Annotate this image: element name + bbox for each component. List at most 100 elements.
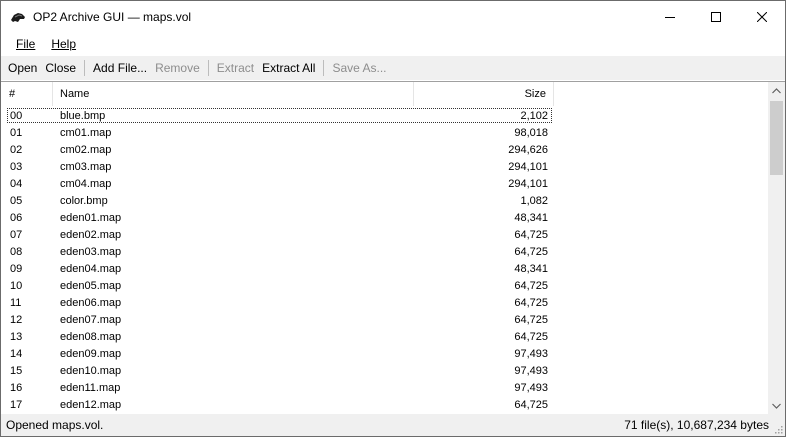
toolbar-separator — [323, 60, 325, 76]
scroll-thumb[interactable] — [770, 101, 783, 175]
row-size: 48,341 — [514, 211, 548, 224]
row-size: 97,493 — [514, 381, 548, 394]
table-row[interactable]: 01 cm01.map 98,018 — [1, 124, 767, 141]
table-row[interactable]: 16 eden11.map 97,493 — [1, 379, 767, 396]
menu-bar: File Help — [1, 32, 785, 56]
list-header: # Name Size — [1, 82, 767, 106]
table-row[interactable]: 08 eden03.map 64,725 — [1, 243, 767, 260]
row-size: 64,725 — [514, 228, 548, 241]
row-size: 64,725 — [514, 279, 548, 292]
row-size: 64,725 — [514, 313, 548, 326]
row-name: cm03.map — [60, 160, 112, 173]
row-name: eden03.map — [60, 245, 122, 258]
row-number: 04 — [10, 177, 23, 190]
list-rows: 00 blue.bmp 2,102 01 cm01.map 98,018 02 cm02.ma… — [1, 107, 767, 413]
row-size: 1,082 — [520, 194, 548, 207]
minimize-button[interactable] — [647, 1, 693, 32]
row-number: 05 — [10, 194, 23, 207]
table-row[interactable]: 04 cm04.map 294,101 — [1, 175, 767, 192]
menu-help-label: Help — [51, 37, 77, 51]
maximize-icon — [711, 11, 721, 22]
table-row[interactable]: 06 eden01.map 48,341 — [1, 209, 767, 226]
minimize-icon — [665, 16, 675, 18]
row-size: 294,101 — [508, 160, 548, 173]
column-header-number[interactable]: # — [1, 82, 53, 106]
row-size: 97,493 — [514, 364, 548, 377]
app-window: OP2 Archive GUI — maps.vol File Help Ope… — [0, 0, 786, 437]
row-name: eden10.map — [60, 364, 122, 377]
close-archive-button[interactable]: Close — [41, 58, 80, 78]
row-number: 12 — [10, 313, 23, 326]
chevron-down-icon — [772, 403, 781, 409]
row-number: 14 — [10, 347, 23, 360]
table-row[interactable]: 13 eden08.map 64,725 — [1, 328, 767, 345]
toolbar-separator — [84, 60, 86, 76]
row-number: 15 — [10, 364, 23, 377]
menu-help[interactable]: Help — [43, 34, 84, 54]
table-row[interactable]: 05 color.bmp 1,082 — [1, 192, 767, 209]
column-header-size[interactable]: Size — [414, 82, 554, 106]
menu-file-label: File — [16, 37, 36, 51]
row-number: 07 — [10, 228, 23, 241]
row-size: 97,493 — [514, 347, 548, 360]
vertical-scrollbar[interactable] — [768, 82, 785, 414]
row-size: 294,101 — [508, 177, 548, 190]
row-name: color.bmp — [60, 194, 108, 207]
row-name: eden04.map — [60, 262, 122, 275]
extract-all-button[interactable]: Extract All — [258, 58, 319, 78]
row-number: 11 — [10, 296, 22, 309]
table-row[interactable]: 17 eden12.map 64,725 — [1, 396, 767, 413]
row-name: eden12.map — [60, 398, 122, 411]
row-size: 98,018 — [514, 126, 548, 139]
row-name: cm01.map — [60, 126, 112, 139]
row-name: eden07.map — [60, 313, 122, 326]
status-message: Opened maps.vol. — [6, 418, 104, 432]
row-number: 01 — [10, 126, 23, 139]
scroll-down-button[interactable] — [768, 397, 785, 414]
row-size: 294,626 — [508, 143, 548, 156]
add-file-button[interactable]: Add File... — [89, 58, 151, 78]
maximize-button[interactable] — [693, 1, 739, 32]
row-size: 64,725 — [514, 296, 548, 309]
close-icon — [757, 11, 767, 22]
row-name: eden11.map — [60, 381, 121, 394]
row-name: eden06.map — [60, 296, 122, 309]
row-number: 02 — [10, 143, 23, 156]
row-number: 06 — [10, 211, 23, 224]
table-row[interactable]: 11 eden06.map 64,725 — [1, 294, 767, 311]
row-size: 64,725 — [514, 398, 548, 411]
save-as-button[interactable]: Save As... — [328, 58, 390, 78]
window-title: OP2 Archive GUI — maps.vol — [33, 9, 192, 24]
close-button[interactable] — [739, 1, 785, 32]
row-number: 17 — [10, 398, 23, 411]
table-row[interactable]: 09 eden04.map 48,341 — [1, 260, 767, 277]
open-button[interactable]: Open — [4, 58, 41, 78]
row-name: eden02.map — [60, 228, 122, 241]
row-name: eden01.map — [60, 211, 122, 224]
table-row[interactable]: 14 eden09.map 97,493 — [1, 345, 767, 362]
chevron-up-icon — [772, 87, 781, 93]
status-bar: Opened maps.vol. 71 file(s), 10,687,234 … — [1, 414, 785, 436]
table-row[interactable]: 15 eden10.map 97,493 — [1, 362, 767, 379]
row-name: eden05.map — [60, 279, 122, 292]
file-list[interactable]: # Name Size 00 blue.bmp 2,102 01 cm01.map 98,… — [1, 81, 785, 415]
row-name: cm04.map — [60, 177, 112, 190]
title-bar[interactable]: OP2 Archive GUI — maps.vol — [1, 1, 785, 32]
resize-grip-icon[interactable] — [773, 424, 783, 434]
column-header-name[interactable]: Name — [53, 82, 414, 106]
remove-button[interactable]: Remove — [151, 58, 204, 78]
row-name: eden08.map — [60, 330, 122, 343]
extract-button[interactable]: Extract — [213, 58, 258, 78]
table-row[interactable]: 02 cm02.map 294,626 — [1, 141, 767, 158]
table-row[interactable]: 12 eden07.map 64,725 — [1, 311, 767, 328]
table-row[interactable]: 00 blue.bmp 2,102 — [1, 107, 767, 124]
window-controls — [647, 1, 785, 32]
table-row[interactable]: 03 cm03.map 294,101 — [1, 158, 767, 175]
table-row[interactable]: 10 eden05.map 64,725 — [1, 277, 767, 294]
table-row[interactable]: 07 eden02.map 64,725 — [1, 226, 767, 243]
row-name: eden09.map — [60, 347, 122, 360]
row-number: 10 — [10, 279, 23, 292]
scroll-up-button[interactable] — [768, 82, 785, 99]
toolbar: Open Close Add File... Remove Extract Ex… — [1, 56, 785, 80]
menu-file[interactable]: File — [8, 34, 43, 54]
